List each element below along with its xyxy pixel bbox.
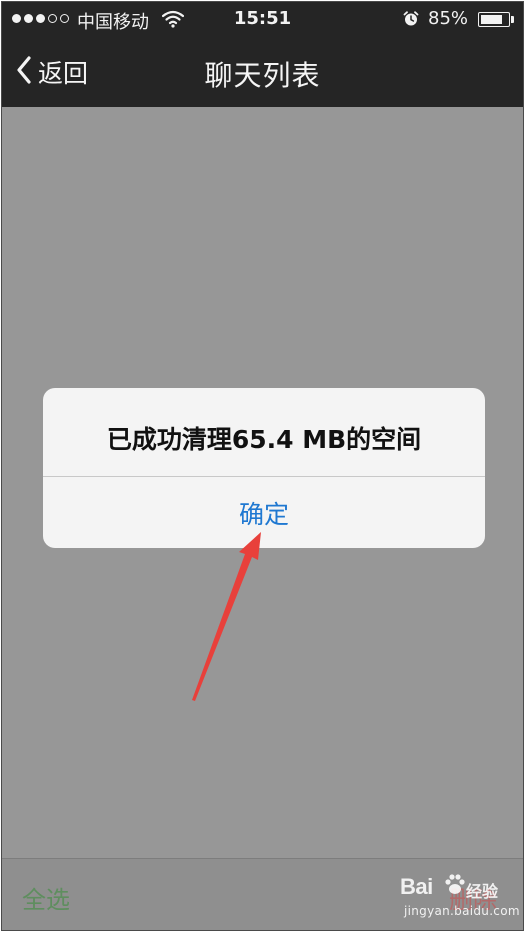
select-all-button[interactable]: 全选 [22, 880, 70, 915]
paw-icon [444, 872, 466, 902]
watermark-url: jingyan.baidu.com [404, 904, 520, 918]
watermark-suffix: 经验 [466, 882, 499, 901]
alert-dialog: 已成功清理65.4 MB的空间 确定 [43, 388, 485, 548]
alert-message: 已成功清理65.4 MB的空间 [106, 425, 422, 454]
confirm-button[interactable]: 确定 [43, 477, 485, 548]
page-title: 聊天列表 [204, 59, 321, 92]
navigation-bar: 返回 聊天列表 [2, 36, 523, 107]
arrow-shape [192, 532, 261, 701]
battery-level [481, 15, 502, 24]
watermark-brand: Bai [400, 874, 433, 899]
battery-icon [478, 12, 510, 27]
status-bar: 中国移动 15:51 85% [2, 2, 523, 36]
battery-tip [511, 16, 514, 23]
phone-screen: 中国移动 15:51 85% 返回 聊天列表 全选 删除 已成功清理65.4 M… [1, 1, 524, 931]
alarm-icon [403, 11, 419, 32]
battery-percent: 85% [428, 8, 469, 29]
baidu-watermark: Bai 经验 jingyan.baidu.com [400, 872, 520, 924]
